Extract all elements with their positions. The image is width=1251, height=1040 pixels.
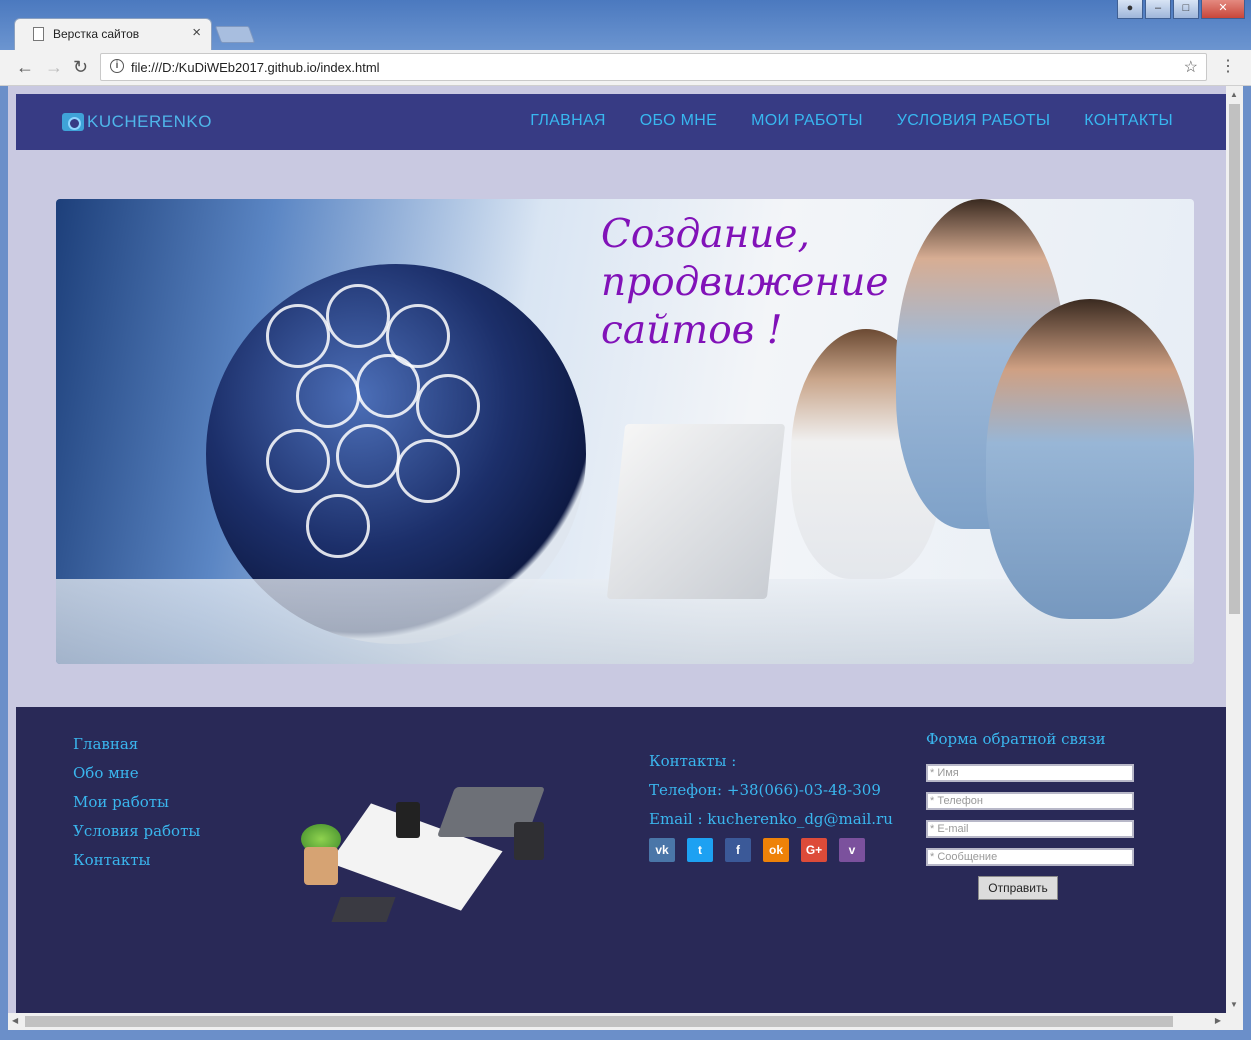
user-icon[interactable]: ● [1117,0,1143,19]
nav-terms[interactable]: УСЛОВИЯ РАБОТЫ [897,112,1050,130]
scroll-right-arrow-icon[interactable]: ▶ [1215,1016,1221,1025]
hero-banner: Создание, продвижение сайтов ! [56,199,1194,664]
address-bar[interactable]: i file:///D:/KuDiWEb2017.github.io/index… [100,53,1207,81]
cup [514,822,544,860]
form-title: Форма обратной связи [926,730,1106,748]
facebook-icon[interactable]: f [725,838,751,862]
scroll-left-arrow-icon[interactable]: ◀ [12,1016,18,1025]
contacts-title: Контакты : [649,752,737,770]
footer-nav-about[interactable]: Обо мне [73,764,200,783]
nav-contacts[interactable]: КОНТАКТЫ [1084,112,1173,130]
name-field[interactable] [926,764,1134,782]
vk-icon[interactable]: vk [649,838,675,862]
footer-nav-terms[interactable]: Условия работы [73,822,200,841]
back-arrow-icon[interactable]: ← [16,57,34,78]
page-icon [33,27,44,41]
window-controls: ● – □ ✕ [1117,0,1245,20]
banner-line-2: продвижение [601,260,889,305]
vertical-scroll-thumb[interactable] [1229,104,1240,614]
email-field[interactable] [926,820,1134,838]
scroll-down-arrow-icon[interactable]: ▼ [1230,1000,1238,1009]
banner-line-3: сайтов ! [601,308,783,353]
close-tab-icon[interactable]: × [192,24,201,41]
site-header: KUCHERENKO ГЛАВНАЯ ОБО МНЕ МОИ РАБОТЫ УС… [16,94,1226,150]
person-man-seated [986,299,1194,619]
google-plus-icon[interactable]: G+ [801,838,827,862]
forward-arrow-icon[interactable]: → [45,57,63,78]
new-tab-button[interactable] [214,26,256,43]
banner-headline: Создание, продвижение сайтов ! [601,211,901,355]
logo-text: KUCHERENKO [87,112,212,131]
contacts-email[interactable]: Email : kucherenko_dg@mail.ru [649,809,893,829]
business-cards [331,897,396,922]
nav-works[interactable]: МОИ РАБОТЫ [751,112,863,130]
bookmark-star-icon[interactable]: ☆ [1184,57,1198,77]
url-text[interactable]: file:///D:/KuDiWEb2017.github.io/index.h… [131,60,380,75]
nav-about[interactable]: ОБО МНЕ [640,112,717,130]
maximize-button[interactable]: □ [1173,0,1199,19]
info-icon[interactable]: i [110,59,124,73]
camera-icon [62,113,84,131]
footer-nav-contacts[interactable]: Контакты [73,851,200,870]
phone-field[interactable] [926,792,1134,810]
footer-nav: Главная Обо мне Мои работы Условия работ… [73,735,200,870]
contacts-block: Контакты : Телефон: +38(066)-03-48-309 E… [649,751,893,871]
social-links: vk t f ok G+ v [649,838,893,862]
odnoklassniki-icon[interactable]: ok [763,838,789,862]
site-logo[interactable]: KUCHERENKO [62,112,212,132]
stamp [396,802,420,838]
banner-line-1: Создание, [601,212,810,257]
plant-pot [304,847,338,885]
footer-nav-works[interactable]: Мои работы [73,793,200,812]
feedback-form: Форма обратной связи Отправить [926,730,1146,900]
twitter-icon[interactable]: t [687,838,713,862]
browser-toolbar: ← → ↻ i file:///D:/KuDiWEb2017.github.io… [0,50,1251,86]
main-nav: ГЛАВНАЯ ОБО МНЕ МОИ РАБОТЫ УСЛОВИЯ РАБОТ… [530,112,1173,130]
window-titlebar: Верстка сайтов × ● – □ ✕ [0,0,1251,50]
site-footer: Главная Обо мне Мои работы Условия работ… [16,707,1226,1030]
browser-menu-icon[interactable]: ⋮ [1220,56,1236,76]
send-button[interactable]: Отправить [978,876,1058,900]
horizontal-scroll-thumb[interactable] [25,1016,1173,1027]
scroll-up-arrow-icon[interactable]: ▲ [1230,90,1238,99]
horizontal-scrollbar[interactable]: ◀ ▶ [8,1013,1243,1030]
close-window-button[interactable]: ✕ [1201,0,1245,19]
reload-icon[interactable]: ↻ [73,57,88,78]
tab-title: Верстка сайтов [53,27,140,41]
message-field[interactable] [926,848,1134,866]
workspace-illustration [296,782,596,942]
contacts-phone: Телефон: +38(066)-03-48-309 [649,781,881,799]
vertical-scrollbar[interactable]: ▲ ▼ [1226,86,1243,1013]
page-viewport: KUCHERENKO ГЛАВНАЯ ОБО МНЕ МОИ РАБОТЫ УС… [8,86,1243,1030]
laptop-image [606,424,786,599]
nav-home[interactable]: ГЛАВНАЯ [530,112,606,130]
browser-tab[interactable]: Верстка сайтов × [14,18,212,50]
minimize-button[interactable]: – [1145,0,1171,19]
footer-nav-home[interactable]: Главная [73,735,200,754]
viber-icon[interactable]: v [839,838,865,862]
